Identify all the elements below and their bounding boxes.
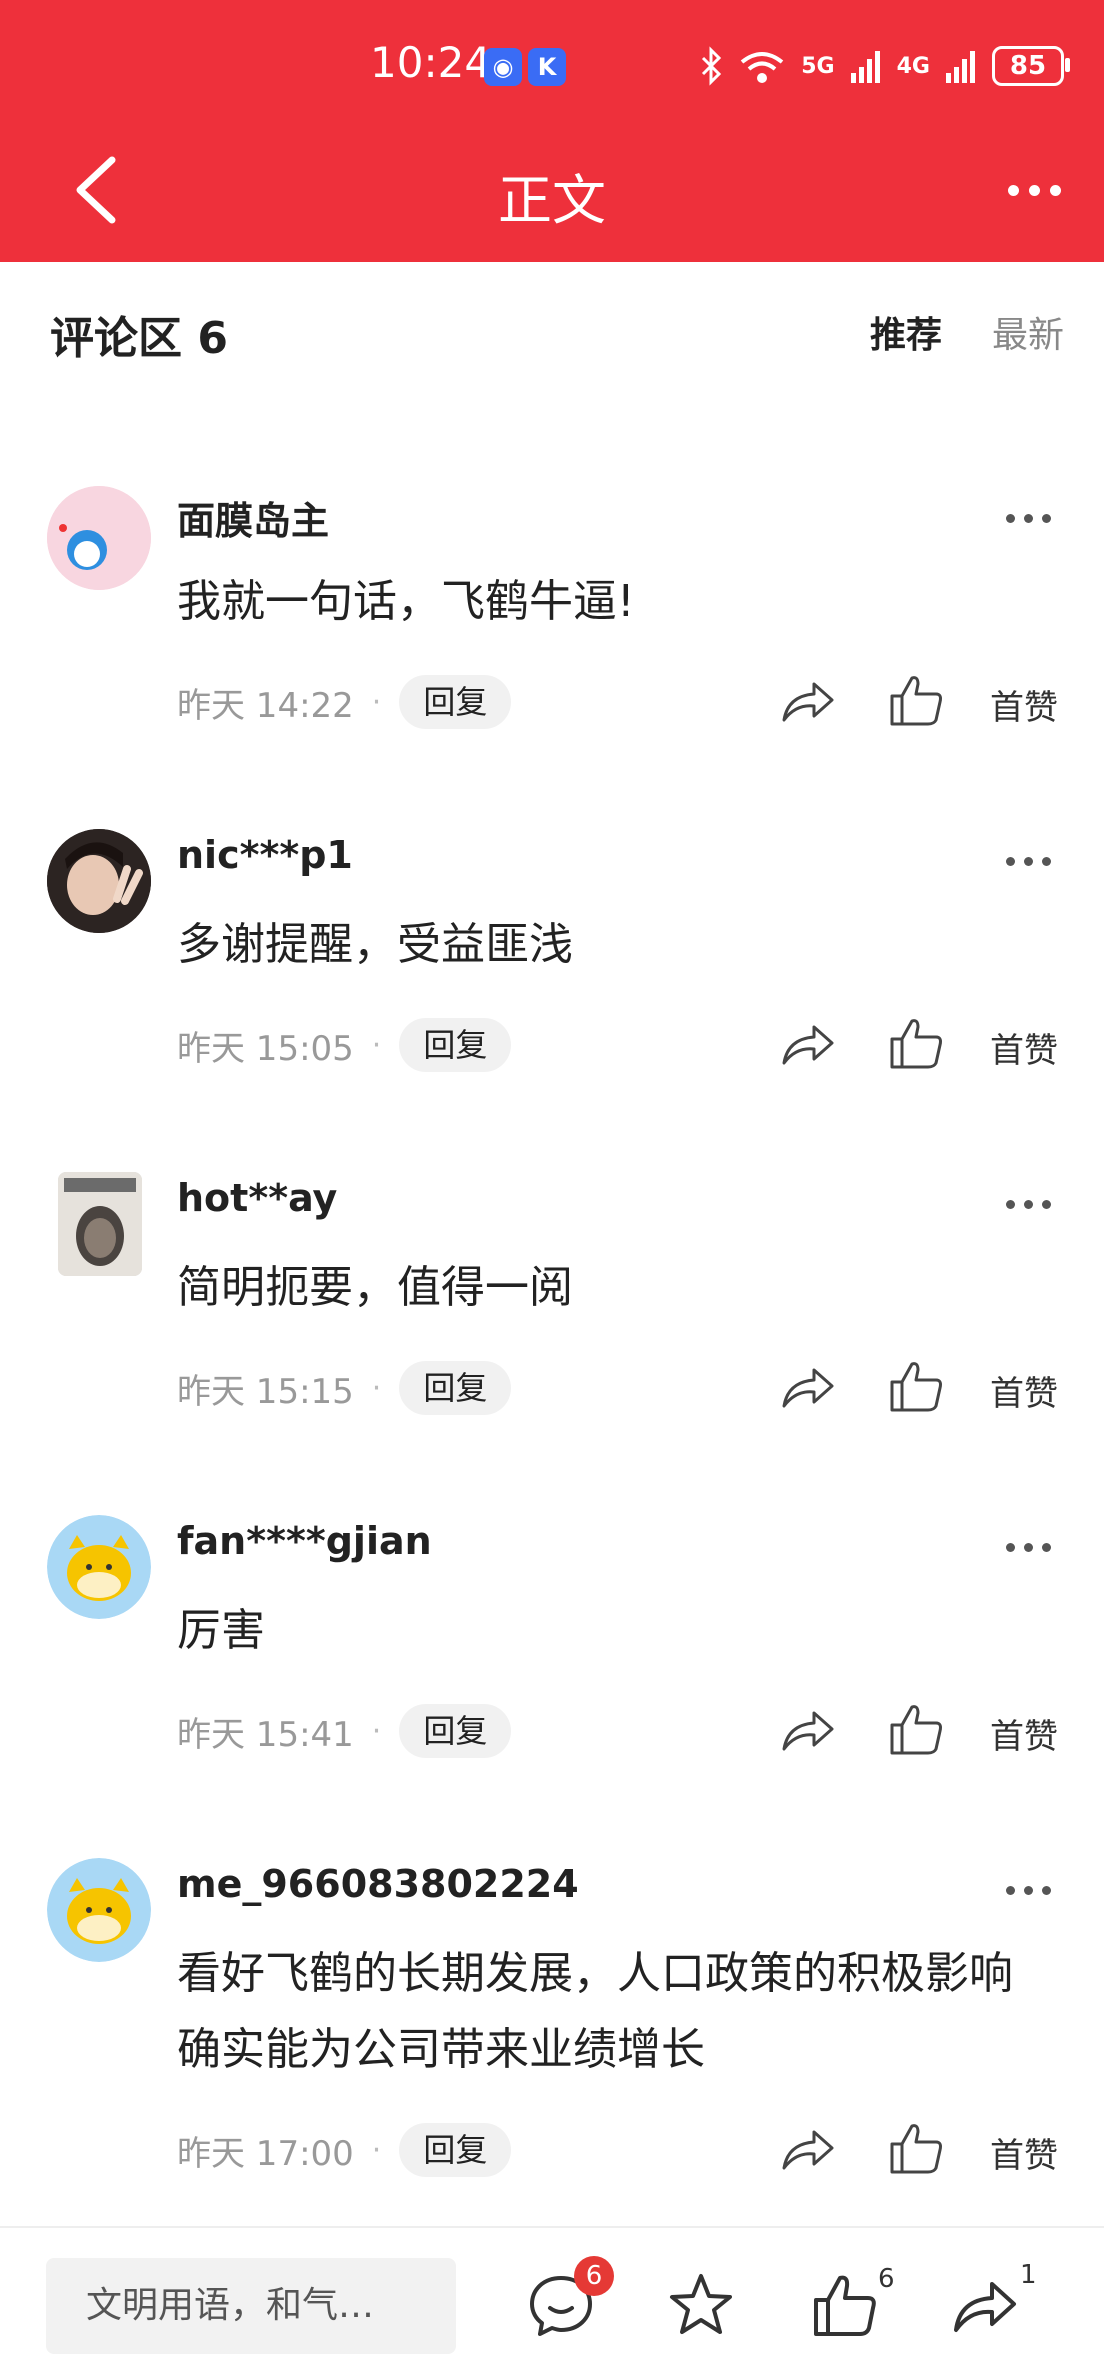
page-title: 正文 [498, 169, 606, 232]
comment-username[interactable]: nic***p1 [177, 833, 353, 877]
thumb-up-icon[interactable] [888, 1015, 944, 1071]
network-5g-label: 5G [801, 53, 835, 79]
comment-time: 昨天 14:22 [177, 685, 354, 726]
comment-meta: 昨天 17:00 · 回复 [177, 2122, 512, 2178]
share-icon[interactable] [778, 1358, 836, 1416]
share-count: 1 [1020, 2260, 1037, 2290]
sort-tabs: 推荐 最新 [870, 306, 1064, 358]
comment-username[interactable]: fan****gjian [177, 1519, 432, 1563]
network-4g-label: 4G [896, 53, 930, 79]
more-options-icon[interactable] [994, 170, 1074, 210]
avatar[interactable] [47, 829, 151, 933]
avatar[interactable] [47, 1858, 151, 1962]
share-icon[interactable] [778, 1015, 836, 1073]
thumb-up-icon[interactable] [888, 2120, 944, 2176]
comment-time: 昨天 15:41 [177, 1714, 354, 1755]
comments-header: 评论区 6 推荐 最新 [50, 296, 1064, 366]
like-count: 6 [878, 2264, 895, 2294]
battery-icon: 85 [992, 46, 1070, 86]
wifi-icon [741, 52, 784, 83]
avatar[interactable] [47, 1515, 151, 1619]
comment-meta: 昨天 15:05 · 回复 [177, 1017, 512, 1073]
comment-meta: 昨天 15:41 · 回复 [177, 1703, 512, 1759]
reply-button[interactable]: 回复 [399, 1704, 512, 1758]
comment-username[interactable]: 面膜岛主 [177, 490, 329, 545]
share-icon[interactable] [950, 2270, 1020, 2340]
comment-text: 看好飞鹤的长期发展，人口政策的积极影响确实能为公司带来业绩增长 [177, 1948, 1013, 2075]
meta-separator: · [371, 2132, 382, 2168]
star-icon[interactable] [666, 2270, 736, 2340]
reply-button[interactable]: 回复 [399, 1018, 512, 1072]
reply-button[interactable]: 回复 [399, 675, 512, 729]
comment-input[interactable]: 文明用语，和气… [46, 2258, 456, 2354]
thumb-up-icon[interactable] [888, 1358, 944, 1414]
comment-text: 多谢提醒，受益匪浅 [177, 919, 573, 970]
share-icon[interactable] [778, 2120, 836, 2178]
comment-time: 昨天 15:15 [177, 1371, 354, 1412]
comment-meta: 昨天 15:15 · 回复 [177, 1360, 512, 1416]
comment-meta: 昨天 14:22 · 回复 [177, 674, 512, 730]
comment-more-icon[interactable] [998, 1880, 1058, 1900]
signal-icon [850, 51, 880, 83]
comment-text: 厉害 [177, 1605, 265, 1656]
like-label[interactable]: 首赞 [990, 680, 1058, 729]
meta-separator: · [371, 684, 382, 720]
meta-separator: · [371, 1027, 382, 1063]
reply-button[interactable]: 回复 [399, 2123, 512, 2177]
avatar[interactable] [58, 1172, 142, 1276]
status-icons: 5G 4G 85 [699, 44, 1070, 88]
signal-icon-2 [946, 51, 975, 83]
thumb-up-icon[interactable] [888, 1701, 944, 1757]
status-bar: 10:24 ◉ K 5G 4G 85 [0, 0, 1104, 130]
app-k-icon: K [528, 48, 566, 86]
comment-username[interactable]: me_966083802224 [177, 1862, 579, 1906]
reply-button[interactable]: 回复 [399, 1361, 512, 1415]
comment-username[interactable]: hot**ay [177, 1176, 337, 1220]
comment-count-badge: 6 [574, 2256, 614, 2296]
comment-more-icon[interactable] [998, 1194, 1058, 1214]
comments-count-title: 评论区 6 [50, 313, 228, 364]
app-notification-icon: ◉ [484, 48, 522, 86]
status-time: 10:24 [370, 38, 492, 87]
bluetooth-icon [702, 46, 722, 86]
meta-separator: · [371, 1713, 382, 1749]
sort-latest-tab[interactable]: 最新 [992, 306, 1064, 358]
comment-time: 昨天 15:05 [177, 1028, 354, 1069]
bottom-action-bar: 文明用语，和气… 6 6 1 [0, 2226, 1104, 2378]
comment-text: 我就一句话，飞鹤牛逼! [177, 576, 635, 627]
like-label[interactable]: 首赞 [990, 1366, 1058, 1415]
share-icon[interactable] [778, 1701, 836, 1759]
thumb-up-icon[interactable] [888, 672, 944, 728]
comment-more-icon[interactable] [998, 1537, 1058, 1557]
sort-recommended-tab[interactable]: 推荐 [870, 306, 942, 358]
comment-text: 简明扼要，值得一阅 [177, 1262, 573, 1313]
comment-time: 昨天 17:00 [177, 2133, 354, 2174]
top-header: 10:24 ◉ K 5G 4G 85 正文 [0, 0, 1104, 262]
share-icon[interactable] [778, 672, 836, 730]
like-label[interactable]: 首赞 [990, 2128, 1058, 2177]
avatar[interactable] [47, 486, 151, 590]
like-label[interactable]: 首赞 [990, 1023, 1058, 1072]
like-label[interactable]: 首赞 [990, 1709, 1058, 1758]
thumb-up-icon[interactable] [810, 2270, 880, 2340]
meta-separator: · [371, 1370, 382, 1406]
comment-more-icon[interactable] [998, 508, 1058, 528]
comment-more-icon[interactable] [998, 851, 1058, 871]
